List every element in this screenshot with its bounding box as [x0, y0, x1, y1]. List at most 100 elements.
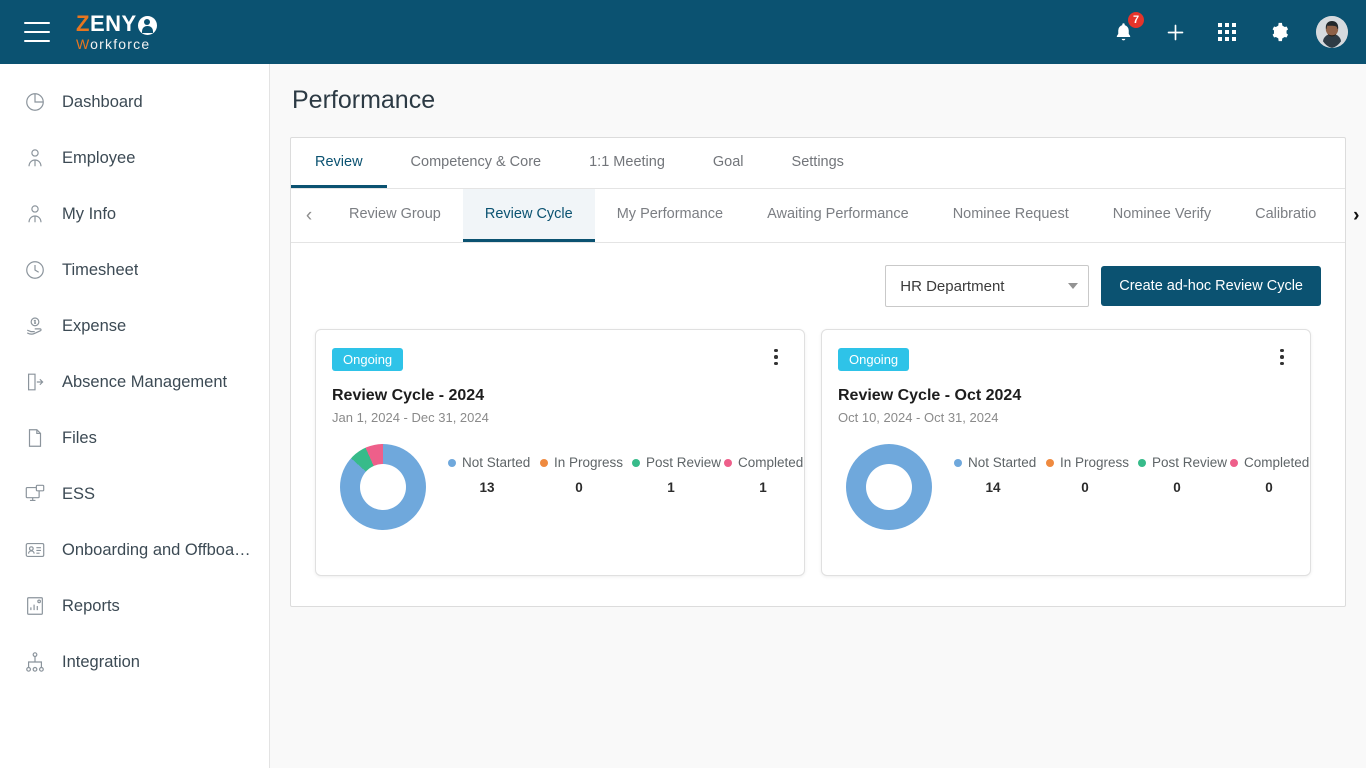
review-cycle-card-list: Ongoing Review Cycle - 2024 Jan 1, 2024 … — [315, 329, 1321, 576]
legend-value: 13 — [479, 479, 495, 495]
sidebar-item-label: Timesheet — [62, 260, 139, 279]
legend-value: 0 — [1265, 479, 1273, 495]
legend-item-in-progress: In Progress 0 — [540, 453, 632, 495]
money-hand-icon — [22, 314, 48, 338]
legend-label: Completed — [738, 455, 804, 470]
review-cycle-card[interactable]: Ongoing Review Cycle - 2024 Jan 1, 2024 … — [315, 329, 805, 576]
subtab-my-performance[interactable]: My Performance — [595, 189, 745, 242]
apps-button[interactable] — [1212, 17, 1242, 47]
legend-value: 0 — [575, 479, 583, 495]
user-avatar[interactable] — [1316, 16, 1348, 48]
legend-dot-not-started — [954, 459, 962, 467]
sidebar-item-onboarding-offboarding[interactable]: Onboarding and Offboardi... — [0, 522, 269, 578]
sidebar-item-reports[interactable]: Reports — [0, 578, 269, 634]
kebab-menu-icon[interactable] — [1272, 346, 1292, 368]
tab-goal[interactable]: Goal — [689, 138, 768, 188]
sidebar-item-integration[interactable]: Integration — [0, 634, 269, 690]
tab-one-on-one-meeting[interactable]: 1:1 Meeting — [565, 138, 689, 188]
sidebar-item-my-info[interactable]: My Info — [0, 186, 269, 242]
document-icon — [22, 426, 48, 450]
hamburger-menu-icon[interactable] — [24, 22, 50, 42]
clock-icon — [22, 258, 48, 282]
tab-label: Competency & Core — [410, 153, 542, 170]
tab-label: Goal — [712, 153, 744, 170]
grid-apps-icon — [1218, 23, 1236, 41]
legend-item-not-started: Not Started 13 — [448, 453, 540, 495]
status-badge: Ongoing — [838, 348, 910, 371]
sidebar-item-dashboard[interactable]: Dashboard — [0, 74, 269, 130]
sidebar-item-ess[interactable]: ESS — [0, 466, 269, 522]
sidebar-item-label: Integration — [62, 652, 140, 671]
secondary-tab-bar: ‹ Review Group Review Cycle My Performan… — [291, 189, 1360, 243]
sidebar-item-label: ESS — [62, 484, 96, 503]
legend-dot-post-review — [1138, 459, 1146, 467]
legend-value: 0 — [1173, 479, 1181, 495]
page-title: Performance — [292, 86, 436, 114]
legend-value: 1 — [759, 479, 767, 495]
sidebar-item-label: My Info — [62, 204, 117, 223]
tab-competency-and-core[interactable]: Competency & Core — [387, 138, 566, 188]
avatar-image — [1316, 16, 1348, 48]
person-circle-icon — [137, 15, 157, 35]
tab-settings[interactable]: Settings — [768, 138, 868, 188]
tab-label: Review — [315, 153, 363, 170]
logo-letters-eny: ENY — [89, 11, 137, 36]
settings-button[interactable] — [1264, 17, 1294, 47]
chart-legend: Not Started 13 In Progress 0 Post Review… — [426, 441, 816, 495]
sidebar-item-label: Files — [62, 428, 97, 447]
plus-icon — [1167, 24, 1183, 40]
sidebar-item-employee[interactable]: Employee — [0, 130, 269, 186]
employee-icon — [22, 146, 48, 170]
legend-value: 1 — [667, 479, 675, 495]
subtab-label: Review Cycle — [484, 206, 573, 222]
sidebar-item-label: Onboarding and Offboardi... — [62, 540, 251, 559]
chevron-down-icon — [1068, 283, 1079, 289]
legend-label: In Progress — [1060, 455, 1130, 470]
card-statistics: Not Started 13 In Progress 0 Post Review… — [332, 441, 803, 530]
chevron-left-icon[interactable]: ‹ — [291, 189, 327, 242]
chevron-right-icon[interactable]: › — [1338, 189, 1366, 242]
tab-label: Settings — [791, 153, 844, 170]
subtab-review-group[interactable]: Review Group — [327, 189, 463, 242]
sidebar-item-label: Employee — [62, 148, 136, 167]
department-select[interactable]: HR Department — [885, 265, 1090, 307]
card-date-range: Oct 10, 2024 - Oct 31, 2024 — [838, 410, 999, 425]
legend-item-completed: Completed 1 — [724, 453, 816, 495]
app-logo[interactable]: Z ENY Workforce — [76, 13, 157, 51]
subtab-calibration[interactable]: Calibratio — [1233, 189, 1338, 242]
sidebar-item-absence-management[interactable]: Absence Management — [0, 354, 269, 410]
subtab-awaiting-performance[interactable]: Awaiting Performance — [745, 189, 931, 242]
subtab-nominee-verify[interactable]: Nominee Verify — [1091, 189, 1233, 242]
sidebar-item-timesheet[interactable]: Timesheet — [0, 242, 269, 298]
legend-item-post-review: Post Review 1 — [632, 453, 724, 495]
legend-dot-completed — [724, 459, 732, 467]
performance-panel: Review Competency & Core 1:1 Meeting Goa… — [290, 137, 1360, 607]
subtab-nominee-request[interactable]: Nominee Request — [931, 189, 1091, 242]
legend-dot-completed — [1230, 459, 1238, 467]
legend-label: Post Review — [646, 455, 722, 470]
legend-label: Not Started — [968, 455, 1037, 470]
add-button[interactable] — [1160, 17, 1190, 47]
notifications-button[interactable]: 7 — [1108, 11, 1145, 47]
subtab-review-cycle[interactable]: Review Cycle — [462, 189, 595, 242]
sidebar-navigation: Dashboard Employee My Info Timesheet Exp… — [0, 64, 270, 768]
status-donut-chart — [846, 444, 932, 530]
legend-label: Not Started — [462, 455, 531, 470]
legend-dot-not-started — [448, 459, 456, 467]
report-chart-icon — [22, 594, 48, 618]
subtab-label: Review Group — [349, 206, 441, 222]
sidebar-item-files[interactable]: Files — [0, 410, 269, 466]
legend-item-in-progress: In Progress 0 — [1046, 453, 1138, 495]
department-select-value: HR Department — [900, 277, 1005, 295]
card-title: Review Cycle - Oct 2024 — [838, 387, 1022, 404]
review-cycle-card[interactable]: Ongoing Review Cycle - Oct 2024 Oct 10, … — [821, 329, 1311, 576]
kebab-menu-icon[interactable] — [766, 346, 786, 368]
logo-letter-w: W — [76, 36, 91, 52]
legend-item-completed: Completed 0 — [1230, 453, 1322, 495]
status-donut-chart — [340, 444, 426, 530]
create-adhoc-review-cycle-button[interactable]: Create ad-hoc Review Cycle — [1101, 266, 1321, 306]
tab-review[interactable]: Review — [291, 138, 387, 188]
logo-secondary-text: Workforce — [76, 37, 157, 51]
sidebar-item-expense[interactable]: Expense — [0, 298, 269, 354]
logo-letter-z: Z — [76, 11, 90, 36]
